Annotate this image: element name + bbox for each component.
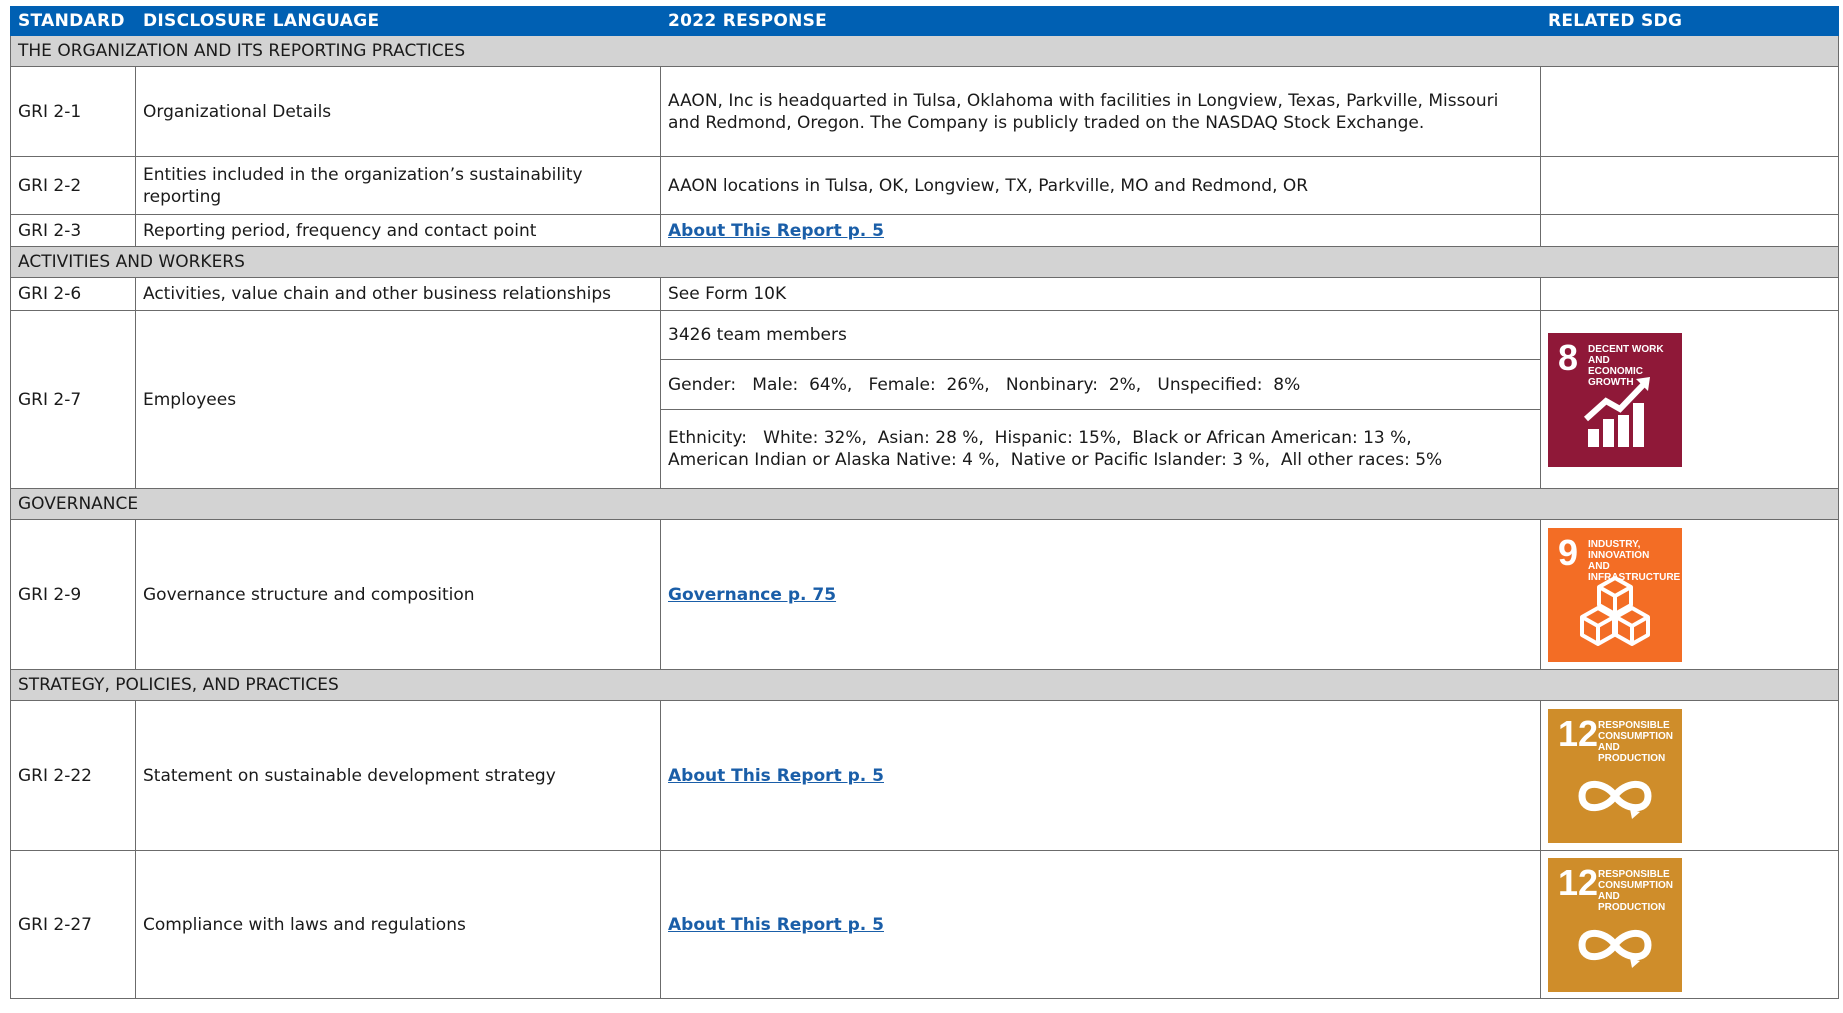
standard-cell: GRI 2-7: [10, 310, 136, 489]
sdg-12-tile: 12 RESPONSIBLE CONSUMPTION AND PRODUCTIO…: [1548, 708, 1682, 843]
standard-cell: GRI 2-27: [10, 850, 136, 999]
section-row: STRATEGY, POLICIES, AND PRACTICES: [10, 669, 1839, 701]
table-row: GRI 2-22 Statement on sustainable develo…: [10, 700, 1839, 851]
section-title: GOVERNANCE: [10, 488, 1839, 520]
section-title: ACTIVITIES AND WORKERS: [10, 246, 1839, 278]
disclosure-cell: Statement on sustainable development str…: [135, 700, 661, 851]
header-sdg: RELATED SDG: [1540, 6, 1839, 36]
sdg-8-tile: 8 DECENT WORK AND ECONOMIC GROWTH: [1548, 332, 1682, 467]
response-cell: About This Report p. 5: [660, 850, 1541, 999]
table-row: GRI 2-1 Organizational Details AAON, Inc…: [10, 66, 1839, 157]
about-report-link[interactable]: About This Report p. 5: [668, 915, 884, 935]
section-row: GOVERNANCE: [10, 488, 1839, 520]
sdg-cell: 12 RESPONSIBLE CONSUMPTION AND PRODUCTIO…: [1540, 700, 1839, 851]
team-members-line: 3426 team members: [661, 311, 1540, 359]
section-title: STRATEGY, POLICIES, AND PRACTICES: [10, 669, 1839, 701]
response-cell: See Form 10K: [660, 277, 1541, 311]
section-title: THE ORGANIZATION AND ITS REPORTING PRACT…: [10, 35, 1839, 67]
gender-text: Gender: Male: 64%, Female: 26%, Nonbinar…: [668, 374, 1301, 395]
table-row: GRI 2-27 Compliance with laws and regula…: [10, 850, 1839, 999]
disclosure-cell: Governance structure and composition: [135, 519, 661, 670]
about-report-link[interactable]: About This Report p. 5: [668, 766, 884, 786]
disclosure-cell: Organizational Details: [135, 66, 661, 157]
response-cell: About This Report p. 5: [660, 700, 1541, 851]
ethnicity-text-1: Ethnicity: White: 32%, Asian: 28 %, Hisp…: [668, 428, 1412, 448]
infinity-icon: [1578, 780, 1652, 819]
table-row: GRI 2-6 Activities, value chain and othe…: [10, 277, 1839, 311]
response-cell: AAON, Inc is headquarted in Tulsa, Oklah…: [660, 66, 1541, 157]
sdg-cell: [1540, 214, 1839, 247]
section-row: THE ORGANIZATION AND ITS REPORTING PRACT…: [10, 35, 1839, 67]
disclosure-cell: Employees: [135, 310, 661, 489]
sdg-cell: [1540, 277, 1839, 311]
team-members-text: 3426 team members: [668, 325, 847, 345]
standard-cell: GRI 2-3: [10, 214, 136, 247]
standard-cell: GRI 2-6: [10, 277, 136, 311]
table-row: GRI 2-3 Reporting period, frequency and …: [10, 214, 1839, 247]
disclosure-cell: Reporting period, frequency and contact …: [135, 214, 661, 247]
sdg-cell: 9 INDUSTRY, INNOVATION AND INFRASTRUCTUR…: [1540, 519, 1839, 670]
sdg-cell: 8 DECENT WORK AND ECONOMIC GROWTH: [1540, 310, 1839, 489]
sdg-9-tile: 9 INDUSTRY, INNOVATION AND INFRASTRUCTUR…: [1548, 527, 1682, 662]
about-report-link[interactable]: About This Report p. 5: [668, 221, 884, 241]
infinity-icon: [1578, 929, 1652, 968]
response-cell: Governance p. 75: [660, 519, 1541, 670]
ethnicity-line: Ethnicity: White: 32%, Asian: 28 %, Hisp…: [661, 409, 1540, 488]
disclosure-cell: Entities included in the organization’s …: [135, 156, 661, 215]
sdg-cell: [1540, 156, 1839, 215]
header-standard: STANDARD: [10, 6, 136, 36]
growth-chart-icon: [1583, 376, 1650, 447]
response-cell: 3426 team members Gender: Male: 64%, Fem…: [660, 310, 1541, 489]
disclosure-cell: Activities, value chain and other busine…: [135, 277, 661, 311]
table-header-row: STANDARD DISCLOSURE LANGUAGE 2022 RESPON…: [10, 6, 1839, 36]
sdg-cell: [1540, 66, 1839, 157]
sdg-cell: 12 RESPONSIBLE CONSUMPTION AND PRODUCTIO…: [1540, 850, 1839, 999]
response-cell: AAON locations in Tulsa, OK, Longview, T…: [660, 156, 1541, 215]
disclosure-cell: Compliance with laws and regulations: [135, 850, 661, 999]
cubes-icon: [1580, 575, 1650, 646]
table-row: GRI 2-2 Entities included in the organiz…: [10, 156, 1839, 215]
gender-line: Gender: Male: 64%, Female: 26%, Nonbinar…: [661, 359, 1540, 409]
table-row: GRI 2-9 Governance structure and composi…: [10, 519, 1839, 670]
header-response: 2022 RESPONSE: [660, 6, 1541, 36]
standard-cell: GRI 2-22: [10, 700, 136, 851]
table-row: GRI 2-7 Employees 3426 team members Gend…: [10, 310, 1839, 489]
standard-cell: GRI 2-9: [10, 519, 136, 670]
sdg-12-tile: 12 RESPONSIBLE CONSUMPTION AND PRODUCTIO…: [1548, 857, 1682, 992]
gri-index-table: STANDARD DISCLOSURE LANGUAGE 2022 RESPON…: [10, 6, 1839, 999]
section-row: ACTIVITIES AND WORKERS: [10, 246, 1839, 278]
header-disclosure: DISCLOSURE LANGUAGE: [135, 6, 661, 36]
standard-cell: GRI 2-1: [10, 66, 136, 157]
response-cell: About This Report p. 5: [660, 214, 1541, 247]
ethnicity-text-2: American Indian or Alaska Native: 4 %, N…: [668, 450, 1443, 470]
governance-link[interactable]: Governance p. 75: [668, 585, 836, 605]
standard-cell: GRI 2-2: [10, 156, 136, 215]
